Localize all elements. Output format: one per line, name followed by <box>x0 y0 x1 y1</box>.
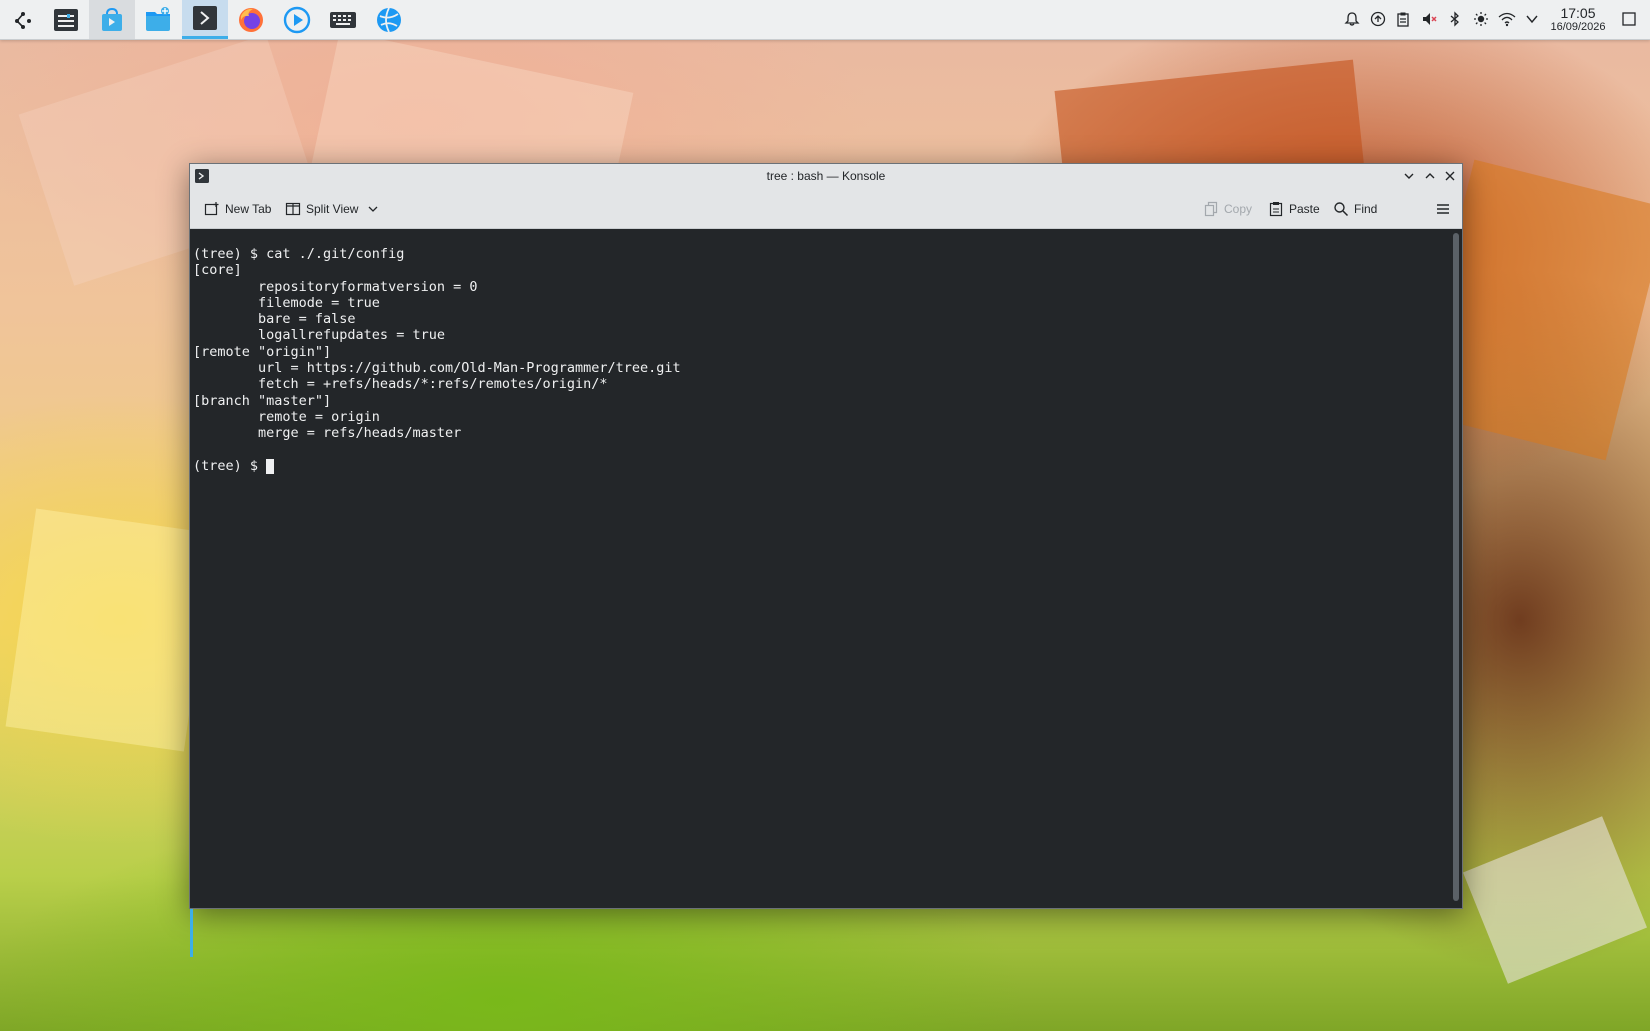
window-title: tree : bash — Konsole <box>766 169 886 183</box>
settings-panel-icon <box>54 8 78 31</box>
wallpaper-shard <box>1462 816 1648 984</box>
konsole-toolbar: New Tab Split View Copy Paste Find <box>190 189 1462 229</box>
new-tab-label: New Tab <box>225 202 272 216</box>
discover-button[interactable] <box>89 0 135 39</box>
terminal-prompt: (tree) $ <box>193 457 267 474</box>
find-button[interactable]: Find <box>1333 199 1377 219</box>
clock-time[interactable]: 17:05 <box>1548 5 1608 21</box>
search-icon <box>1334 202 1349 217</box>
taskbar: 17:05 16/09/2026 <box>0 0 1650 40</box>
folder-icon <box>146 6 170 31</box>
hamburger-menu-icon <box>1437 204 1449 214</box>
konsole-button[interactable] <box>182 0 228 39</box>
copy-icon <box>1204 201 1218 217</box>
copy-label: Copy <box>1224 202 1253 216</box>
minimize-button[interactable] <box>1401 168 1417 184</box>
kde-launcher-icon <box>15 11 31 29</box>
network-monitor-icon[interactable] <box>1369 10 1387 28</box>
firefox-icon <box>239 7 263 32</box>
split-view-label: Split View <box>306 202 359 216</box>
discover-bag-icon <box>102 7 122 31</box>
notifications-icon[interactable] <box>1343 10 1361 28</box>
find-label: Find <box>1354 202 1378 216</box>
terminal-output-block: (tree) $ cat ./.git/config [core] reposi… <box>193 246 681 474</box>
new-tab-button[interactable]: New Tab <box>204 199 271 219</box>
terminal-area[interactable]: (tree) $ cat ./.git/config [core] reposi… <box>190 229 1448 957</box>
terminal-icon <box>193 6 217 30</box>
terminal-scrollbar[interactable] <box>1452 229 1460 905</box>
hamburger-menu-button[interactable] <box>1435 199 1451 219</box>
volume-muted-icon[interactable] <box>1420 10 1438 28</box>
bluetooth-icon[interactable] <box>1446 10 1464 28</box>
keyboard-icon <box>330 11 356 28</box>
play-icon <box>283 6 311 33</box>
virtual-keyboard-button[interactable] <box>320 0 366 39</box>
show-desktop-icon[interactable] <box>1620 10 1638 28</box>
firefox-button[interactable] <box>228 0 274 39</box>
chevron-down-icon[interactable] <box>367 203 379 215</box>
close-button[interactable] <box>1442 168 1458 184</box>
clock-date[interactable]: 16/09/2026 <box>1548 21 1608 33</box>
wallpaper-shard <box>5 508 215 752</box>
chevron-up-icon <box>1425 173 1435 179</box>
maximize-button[interactable] <box>1422 168 1438 184</box>
wifi-icon[interactable] <box>1498 10 1516 28</box>
globe-icon <box>377 7 401 32</box>
terminal-cursor <box>266 458 275 474</box>
copy-button[interactable]: Copy <box>1203 199 1252 219</box>
chevron-down-icon <box>1404 173 1414 179</box>
close-icon <box>1445 171 1455 181</box>
file-manager-button[interactable] <box>135 0 181 39</box>
application-launcher-button[interactable] <box>0 0 46 39</box>
paste-button[interactable]: Paste <box>1268 199 1320 219</box>
paste-icon <box>1269 202 1283 217</box>
scrollbar-thumb[interactable] <box>1453 233 1459 901</box>
paste-label: Paste <box>1289 202 1320 216</box>
brightness-icon[interactable] <box>1472 10 1490 28</box>
plasma-vault-button[interactable] <box>366 0 412 39</box>
konsole-window: tree : bash — Konsole New Tab Split View… <box>189 163 1463 957</box>
focus-indicator <box>190 909 193 957</box>
expand-tray-icon[interactable] <box>1523 10 1541 28</box>
system-settings-button[interactable] <box>43 0 89 39</box>
media-player-button[interactable] <box>274 0 320 39</box>
terminal-output: (tree) $ cat ./.git/config [core] reposi… <box>193 246 681 442</box>
split-view-icon <box>285 202 301 216</box>
new-tab-icon <box>204 202 219 216</box>
window-titlebar[interactable]: tree : bash — Konsole <box>190 164 1462 189</box>
clipboard-icon[interactable] <box>1394 10 1412 28</box>
split-view-button[interactable]: Split View <box>285 199 379 219</box>
